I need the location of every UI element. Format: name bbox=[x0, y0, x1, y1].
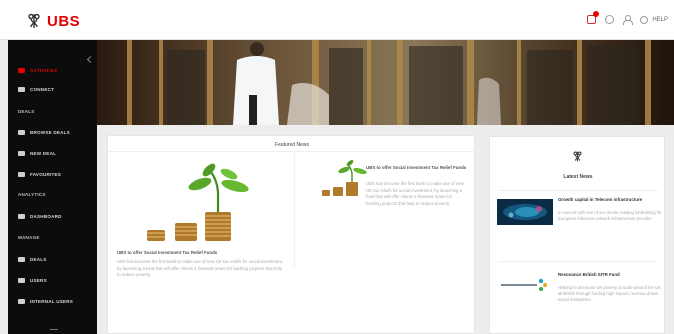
hero-banner-image bbox=[97, 40, 674, 125]
help-label[interactable]: HELP bbox=[652, 17, 668, 23]
plant-coins-small-image bbox=[322, 160, 367, 196]
users-icon bbox=[18, 277, 25, 283]
new-deal-icon bbox=[18, 150, 25, 156]
brand-name: UBS bbox=[47, 12, 81, 30]
sidebar-scroll-indicator bbox=[50, 329, 58, 330]
dashboard-icon bbox=[18, 213, 25, 219]
featured-separator bbox=[294, 152, 295, 267]
sidebar-item-label: ACTIVITIES bbox=[30, 67, 58, 73]
sidebar-item-label: CONNECT bbox=[30, 86, 55, 92]
sidebar-item-favourites[interactable]: FAVOURITES bbox=[18, 170, 61, 178]
internal-users-icon bbox=[18, 298, 25, 304]
coin-stacks bbox=[147, 212, 231, 241]
featured-main-title[interactable]: UBS to offer Social Investment Tax Relie… bbox=[117, 250, 217, 255]
browse-deals-icon bbox=[18, 129, 25, 135]
sidebar-item-label: INTERNAL USERS bbox=[30, 298, 74, 304]
seedling bbox=[188, 163, 249, 212]
deals-icon bbox=[18, 256, 25, 262]
plant-coins-image bbox=[147, 163, 249, 241]
activities-icon bbox=[18, 67, 25, 73]
ubs-keys-icon bbox=[573, 151, 582, 162]
sidebar-item-new-deal[interactable]: NEW DEAL bbox=[18, 149, 56, 157]
top-icons: HELP bbox=[587, 11, 668, 25]
sidebar-section-manage: MANAGE bbox=[18, 235, 40, 240]
sidebar-item-activities[interactable]: ACTIVITIES bbox=[18, 66, 57, 74]
sidebar-collapse-icon[interactable] bbox=[86, 55, 95, 64]
sidebar-item-label: DEALS bbox=[30, 256, 47, 262]
latest-news-item-body: Helping to decrease UK poverty at scale … bbox=[558, 285, 661, 302]
sidebar-item-dashboard[interactable]: DASHBOARD bbox=[18, 212, 62, 220]
connect-icon bbox=[18, 86, 25, 92]
sidebar-item-label: BROWSE DEALS bbox=[30, 129, 70, 135]
sidebar-item-label: USERS bbox=[30, 277, 47, 283]
sidebar-item-browse-deals[interactable]: BROWSE DEALS bbox=[18, 128, 70, 136]
sidebar-section-deals: DEALS bbox=[18, 109, 35, 114]
help-icon[interactable] bbox=[640, 15, 649, 24]
sidebar-item-internal-users[interactable]: INTERNAL USERS bbox=[18, 297, 73, 305]
sidebar-item-connect[interactable]: CONNECT bbox=[18, 85, 54, 93]
app-page: UBS HELP ACTIVITIES CONNECT DEALS BROWSE… bbox=[0, 0, 674, 334]
sidebar-item-label: DASHBOARD bbox=[30, 213, 62, 219]
latest-news-card: Latest News Growth capital in Telecom in… bbox=[489, 136, 665, 334]
featured-news-card: Featured News UBS to offer Social Invest… bbox=[107, 135, 476, 334]
latest-divider bbox=[498, 190, 658, 191]
favourites-icon bbox=[18, 171, 25, 177]
sidebar-section-analytics: ANALYTICS bbox=[18, 192, 46, 197]
settings-icon[interactable] bbox=[605, 15, 615, 24]
sidebar-item-label: NEW DEAL bbox=[30, 150, 57, 156]
resonance-logo-thumbnail bbox=[497, 272, 553, 298]
sidebar-item-deals[interactable]: DEALS bbox=[18, 255, 47, 263]
featured-main-article[interactable]: UBS to offer Social Investment Tax Relie… bbox=[108, 152, 293, 292]
office-lobby-illustration bbox=[97, 40, 674, 125]
latest-news-item-title[interactable]: Resonance British SITR Fund bbox=[558, 272, 658, 278]
latest-news-item-body: In concert with one of our clients, lead… bbox=[558, 210, 662, 221]
latest-divider bbox=[498, 261, 658, 262]
featured-side-title[interactable]: UBS to offer Social Investment Tax Relie… bbox=[366, 165, 470, 171]
featured-news-title: Featured News bbox=[275, 142, 309, 148]
latest-news-item-title[interactable]: Growth capital in Telecom infrastructure bbox=[558, 197, 658, 203]
sidebar: ACTIVITIES CONNECT DEALS BROWSE DEALS NE… bbox=[8, 40, 97, 334]
user-icon[interactable] bbox=[623, 15, 634, 25]
ubs-logo[interactable]: UBS bbox=[26, 12, 80, 30]
network-visual-thumbnail bbox=[497, 199, 553, 225]
featured-side-body: UBS has become the first bank to make us… bbox=[366, 181, 464, 206]
top-bar: UBS HELP bbox=[0, 0, 674, 40]
latest-news-title: Latest News bbox=[563, 174, 593, 180]
notifications-icon[interactable] bbox=[587, 11, 600, 24]
sidebar-item-users[interactable]: USERS bbox=[18, 276, 47, 284]
featured-main-body: UBS has become the first bank to make us… bbox=[117, 259, 283, 277]
ubs-keys-icon bbox=[28, 13, 40, 28]
sidebar-item-label: FAVOURITES bbox=[30, 171, 62, 177]
notification-badge bbox=[593, 11, 600, 17]
